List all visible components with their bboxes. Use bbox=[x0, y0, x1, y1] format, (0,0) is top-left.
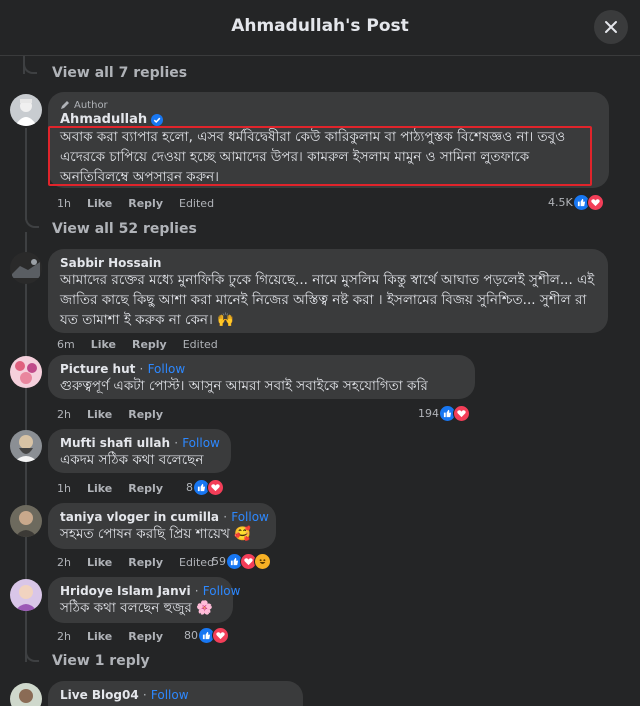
comment-actions: 1h Like Reply Edited bbox=[57, 197, 214, 210]
follow-button[interactable]: Follow bbox=[182, 436, 220, 450]
avatar[interactable] bbox=[10, 252, 42, 284]
commenter-name-link[interactable]: Live Blog04 · Follow bbox=[60, 688, 291, 702]
close-icon bbox=[605, 21, 617, 33]
comment-time: 1h bbox=[57, 482, 71, 495]
comment-text: সহমত পোষন করছি প্রিয় শায়েখ 🥰 bbox=[60, 526, 251, 542]
comment-time: 2h bbox=[57, 556, 71, 569]
edited-label: Edited bbox=[182, 338, 218, 351]
commenter-name-link[interactable]: Sabbir Hossain bbox=[60, 256, 596, 270]
post-header: Ahmadullah's Post bbox=[0, 0, 640, 56]
view-replies-link[interactable]: View all 7 replies bbox=[52, 65, 187, 81]
comment-actions: 1h Like Reply bbox=[57, 482, 163, 495]
view-replies-link[interactable]: View 1 reply bbox=[52, 653, 150, 669]
comment-actions: 6m Like Reply Edited bbox=[57, 338, 218, 351]
comment-actions: 2h Like Reply bbox=[57, 630, 163, 643]
comment-actions: 2h Like Reply Edited bbox=[57, 556, 214, 569]
reply-button[interactable]: Reply bbox=[128, 408, 163, 421]
avatar-image bbox=[10, 579, 42, 611]
author-badge: Author bbox=[74, 99, 108, 111]
comment-text: একদম সঠিক কথা বলেছেন bbox=[60, 452, 204, 468]
comment-bubble: Hridoye Islam Janvi · Follow সঠিক কথা বল… bbox=[48, 577, 240, 623]
commenter-name-link[interactable]: Mufti shafi ullah · Follow bbox=[60, 436, 220, 450]
love-reaction-icon bbox=[207, 479, 224, 496]
comment-bubble: Mufti shafi ullah · Follow একদম সঠিক কথা… bbox=[48, 429, 231, 473]
like-button[interactable]: Like bbox=[91, 338, 116, 351]
reaction-count[interactable]: 59 bbox=[212, 553, 271, 570]
commenter-name-link[interactable]: Picture hut · Follow bbox=[60, 362, 463, 376]
pen-icon bbox=[61, 101, 69, 109]
view-replies-link[interactable]: View all 52 replies bbox=[52, 221, 197, 237]
comment-bubble: Live Blog04 · Follow bbox=[48, 681, 303, 706]
avatar[interactable] bbox=[10, 356, 42, 388]
love-reaction-icon bbox=[586, 194, 604, 211]
avatar[interactable] bbox=[10, 430, 42, 462]
avatar[interactable] bbox=[10, 94, 42, 126]
comment-time: 1h bbox=[57, 197, 71, 210]
comment-bubble: taniya vloger in cumilla · Follow সহমত প… bbox=[48, 503, 276, 549]
reaction-count[interactable]: 194 bbox=[418, 405, 470, 422]
comment-actions: 2h Like Reply bbox=[57, 408, 163, 421]
comment-text: গুরুত্বপূর্ণ একটা পোস্ট। আসুন আমরা সবাই … bbox=[60, 378, 428, 394]
author-avatar-image bbox=[10, 94, 42, 126]
reaction-count[interactable]: 80 bbox=[184, 627, 229, 644]
reply-button[interactable]: Reply bbox=[128, 556, 163, 569]
reply-button[interactable]: Reply bbox=[128, 482, 163, 495]
follow-button[interactable]: Follow bbox=[151, 688, 189, 702]
avatar-image bbox=[10, 683, 42, 706]
follow-button[interactable]: Follow bbox=[203, 584, 241, 598]
avatar[interactable] bbox=[10, 505, 42, 537]
reply-button[interactable]: Reply bbox=[128, 630, 163, 643]
close-button[interactable] bbox=[594, 10, 628, 44]
thread-line bbox=[25, 128, 27, 220]
like-button[interactable]: Like bbox=[87, 556, 112, 569]
avatar-image bbox=[10, 252, 42, 284]
commenter-name-link[interactable]: taniya vloger in cumilla · Follow bbox=[60, 510, 269, 524]
like-button[interactable]: Like bbox=[87, 197, 112, 210]
reply-button[interactable]: Reply bbox=[132, 338, 167, 351]
follow-button[interactable]: Follow bbox=[148, 362, 186, 376]
reply-button[interactable]: Reply bbox=[128, 197, 163, 210]
comment-text: আমাদের রক্তের মধ্যে মুনাফিকি ঢুকে গিয়েছ… bbox=[60, 272, 595, 328]
comment-bubble: Sabbir Hossain আমাদের রক্তের মধ্যে মুনাফ… bbox=[48, 249, 608, 333]
avatar-image bbox=[10, 430, 42, 462]
comment-text: সঠিক কথা বলছেন হুজুর 🌸 bbox=[60, 600, 213, 616]
comment-time: 2h bbox=[57, 630, 71, 643]
haha-reaction-icon bbox=[254, 553, 271, 570]
like-button[interactable]: Like bbox=[87, 482, 112, 495]
love-reaction-icon bbox=[453, 405, 470, 422]
verified-badge-icon bbox=[151, 113, 164, 126]
avatar-image bbox=[10, 505, 42, 537]
avatar[interactable] bbox=[10, 579, 42, 611]
love-reaction-icon bbox=[212, 627, 229, 644]
post-title: Ahmadullah's Post bbox=[231, 16, 409, 36]
comment-time: 6m bbox=[57, 338, 75, 351]
avatar[interactable] bbox=[10, 683, 42, 706]
commenter-name-link[interactable]: Hridoye Islam Janvi · Follow bbox=[60, 584, 240, 598]
reaction-count[interactable]: 8 bbox=[186, 479, 224, 496]
follow-button[interactable]: Follow bbox=[231, 510, 269, 524]
highlight-box bbox=[48, 126, 592, 186]
commenter-name-link[interactable]: Ahmadullah bbox=[60, 112, 597, 127]
like-button[interactable]: Like bbox=[87, 630, 112, 643]
comment-bubble: Picture hut · Follow গুরুত্বপূর্ণ একটা প… bbox=[48, 355, 475, 399]
avatar-image bbox=[10, 356, 42, 388]
comment-time: 2h bbox=[57, 408, 71, 421]
reaction-count[interactable]: 4.5K bbox=[548, 194, 604, 211]
like-button[interactable]: Like bbox=[87, 408, 112, 421]
edited-label: Edited bbox=[179, 556, 215, 569]
edited-label: Edited bbox=[179, 197, 215, 210]
